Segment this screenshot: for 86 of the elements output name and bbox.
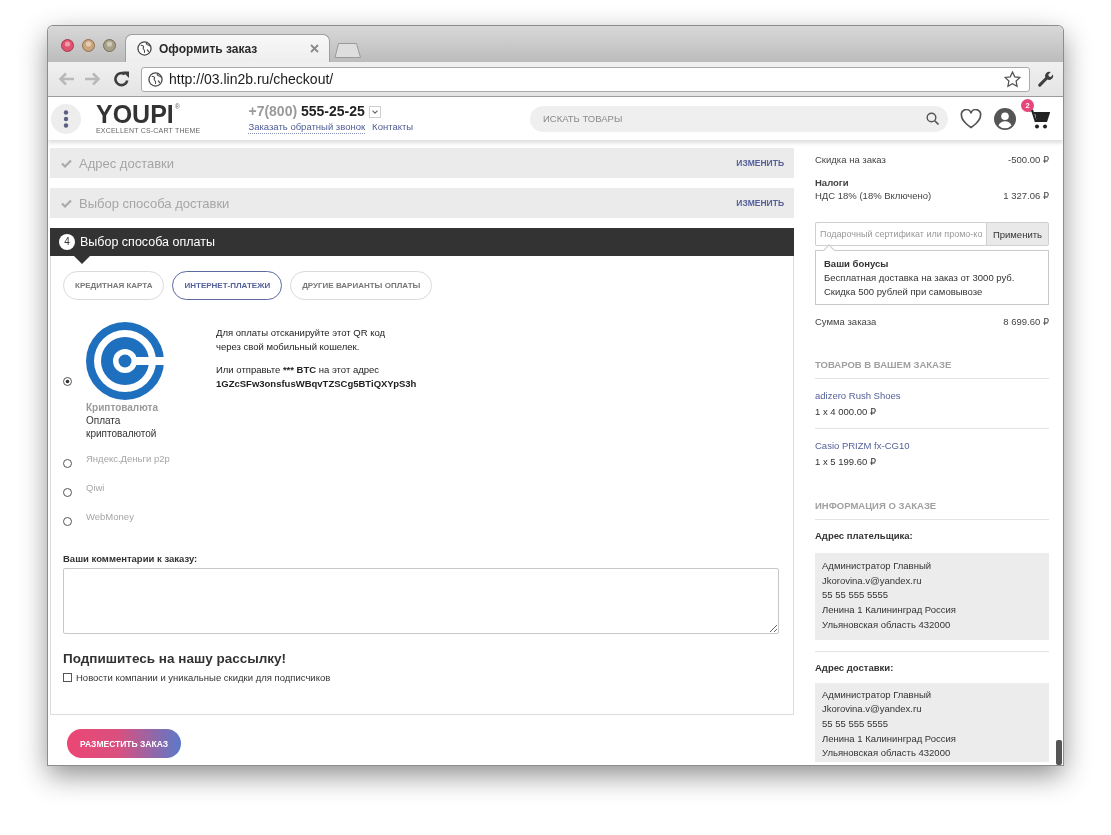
checkout-step[interactable]: Выбор способа доставки ИЗМЕНИТЬ — [50, 188, 794, 218]
address-line: Jkorovina.v@yandex.ru — [822, 573, 923, 588]
close-icon[interactable] — [310, 44, 319, 53]
payment-method-name: WebMoney — [86, 510, 134, 523]
bonus-line: Бесплатная доставка на заказ от 3000 руб. — [824, 271, 1016, 285]
product-price: 1 x 4 000.00 ₽ — [815, 405, 877, 419]
radio-button[interactable] — [63, 488, 72, 497]
comment-field[interactable] — [63, 568, 779, 634]
summary-value: -500.00 ₽ — [1008, 153, 1049, 166]
cart-icon[interactable] — [1028, 108, 1050, 129]
address-line: Администратор Главный — [822, 687, 933, 702]
section-heading: ИНФОРМАЦИЯ О ЗАКАЗЕ — [815, 499, 1049, 520]
window-zoom-icon[interactable] — [103, 39, 116, 52]
product-price: 1 x 5 199.60 ₽ — [815, 455, 877, 469]
summary-label: Скидка на заказ — [815, 153, 886, 166]
product-link[interactable]: Casio PRIZM fx-CG10 — [815, 438, 910, 454]
user-icon[interactable] — [994, 107, 1016, 130]
change-link[interactable]: ИЗМЕНИТЬ — [736, 158, 784, 168]
address-line: Ленина 1 Калининград Россия — [822, 731, 957, 746]
payment-instruction: Или отправьте *** BTC на этот адрес — [216, 363, 381, 377]
product-link[interactable]: adizero Rush Shoes — [815, 388, 901, 404]
payment-tab[interactable]: ИНТЕРНЕТ-ПЛАТЕЖИ — [172, 271, 283, 300]
payment-tab[interactable]: ДРУГИЕ ВАРИАНТЫ ОПЛАТЫ — [290, 271, 433, 300]
check-icon — [61, 198, 72, 208]
step-title: Адрес доставки — [79, 155, 175, 171]
step-number: 4 — [59, 234, 75, 250]
bonus-title: Ваши бонусы — [824, 257, 890, 271]
total-value: 8 699.60 ₽ — [1003, 315, 1049, 329]
crypto-address: 1GZcSFw3onsfusWBqvTZSCg5BTiQXYpS3h — [216, 377, 417, 391]
star-icon[interactable] — [1004, 70, 1021, 88]
address-line: Администратор Главный — [822, 559, 933, 573]
payment-method-description: Оплата криптовалютой — [86, 414, 158, 440]
step-title: Выбор способа доставки — [79, 195, 230, 211]
checkbox-label: Новости компании и уникальные скидки для подписчиков — [76, 671, 331, 684]
heart-icon[interactable] — [960, 108, 982, 129]
address-line: Ульяновская область 432000 — [822, 746, 952, 761]
summary-label: НДС 18% (18% Включено) — [815, 189, 932, 202]
new-tab-icon[interactable] — [334, 43, 361, 58]
promo-code-field[interactable]: Подарочный сертификат или промо-ко — [815, 222, 986, 246]
header-link[interactable]: Заказать обратный звонок — [248, 121, 366, 134]
bonus-line: Скидка 500 рублей при самовывозе — [824, 285, 984, 299]
address-line: 55 55 555 5555 — [822, 716, 890, 731]
payment-tab[interactable]: КРЕДИТНАЯ КАРТА — [63, 271, 165, 300]
radio-button[interactable] — [63, 459, 72, 468]
payment-method-name: Криптовалюта — [86, 401, 158, 414]
globe-icon — [148, 71, 163, 87]
comment-label: Ваши комментарии к заказу: — [63, 552, 199, 565]
payment-method-name: Qiwi — [86, 481, 105, 494]
address-label: Адрес доставки: — [815, 660, 895, 675]
checkbox[interactable] — [63, 673, 72, 682]
window-close-icon[interactable] — [61, 39, 74, 52]
summary-value: 1 327.06 ₽ — [1003, 189, 1049, 202]
newsletter-title: Подпишитесь на нашу рассылку! — [63, 650, 288, 667]
scrollbar-thumb[interactable] — [1056, 740, 1062, 765]
step-title: Выбор способа оплаты — [80, 235, 215, 249]
checkout-step[interactable]: Адрес доставки ИЗМЕНИТЬ — [50, 148, 794, 178]
radio-button[interactable] — [63, 376, 72, 386]
header-link[interactable]: Контакты — [372, 121, 414, 134]
search-icon[interactable] — [926, 112, 939, 125]
address-label: Адрес плательщика: — [815, 529, 914, 543]
address-line: Ленина 1 Калининград Россия — [822, 603, 957, 618]
phone-number: +7(800) 555-25-25 — [248, 103, 365, 120]
apply-button[interactable]: Применить — [985, 222, 1049, 246]
circle-logo-icon — [86, 322, 164, 400]
address-bar[interactable]: http://03.lin2b.ru/checkout/ — [141, 66, 1030, 92]
search-field[interactable]: ИСКАТЬ ТОВАРЫ — [530, 105, 948, 132]
reload-icon[interactable] — [113, 71, 131, 87]
address-line: Jkorovina.v@yandex.ru — [822, 702, 923, 717]
browser-tab[interactable]: Оформить заказ — [125, 34, 330, 62]
window-minimize-icon[interactable] — [82, 39, 95, 52]
summary-group-label: Налоги — [815, 176, 850, 189]
address-line: 55 55 555 5555 — [822, 588, 890, 603]
globe-icon — [137, 41, 152, 56]
change-link[interactable]: ИЗМЕНИТЬ — [736, 198, 784, 208]
wrench-icon[interactable] — [1037, 70, 1055, 88]
menu-icon[interactable] — [51, 103, 81, 134]
payment-method-name: Яндекс.Деньги p2p — [86, 452, 170, 465]
logo[interactable]: YOUPI — [96, 102, 174, 125]
place-order-button[interactable]: РАЗМЕСТИТЬ ЗАКАЗ — [67, 729, 182, 758]
check-icon — [61, 158, 72, 168]
payment-instruction: Для оплаты отсканируйте этот QR код через свой мобильный кошелек. — [216, 326, 386, 354]
address-line: Ульяновская область 432000 — [822, 617, 952, 632]
total-label: Сумма заказа — [815, 315, 877, 329]
caret-icon[interactable] — [368, 105, 381, 118]
radio-button[interactable] — [63, 517, 72, 526]
section-heading: ТОВАРОВ В ВАШЕМ ЗАКАЗЕ — [815, 358, 1049, 379]
